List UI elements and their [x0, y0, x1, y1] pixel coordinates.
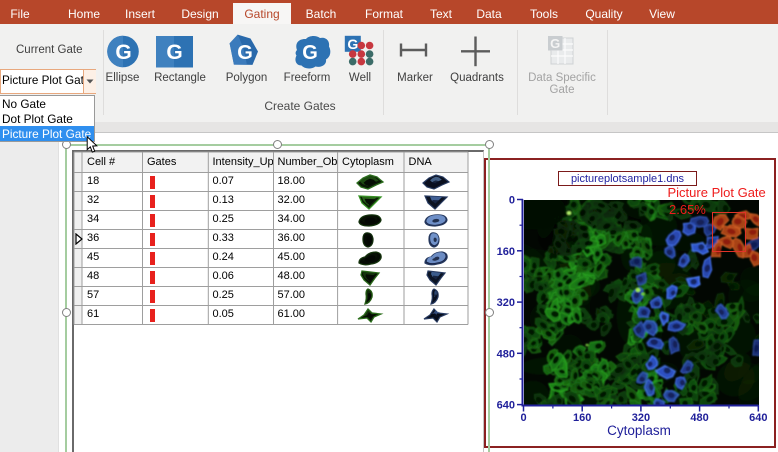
svg-text:160: 160 [573, 412, 591, 424]
svg-text:0: 0 [520, 412, 526, 424]
svg-text:Cytoplasm: Cytoplasm [607, 423, 671, 438]
svg-text:320: 320 [497, 297, 515, 309]
svg-text:160: 160 [497, 246, 515, 258]
svg-text:0: 0 [509, 195, 515, 207]
svg-text:640: 640 [497, 400, 515, 412]
svg-text:480: 480 [497, 348, 515, 360]
svg-text:480: 480 [690, 412, 708, 424]
svg-text:640: 640 [749, 412, 767, 424]
